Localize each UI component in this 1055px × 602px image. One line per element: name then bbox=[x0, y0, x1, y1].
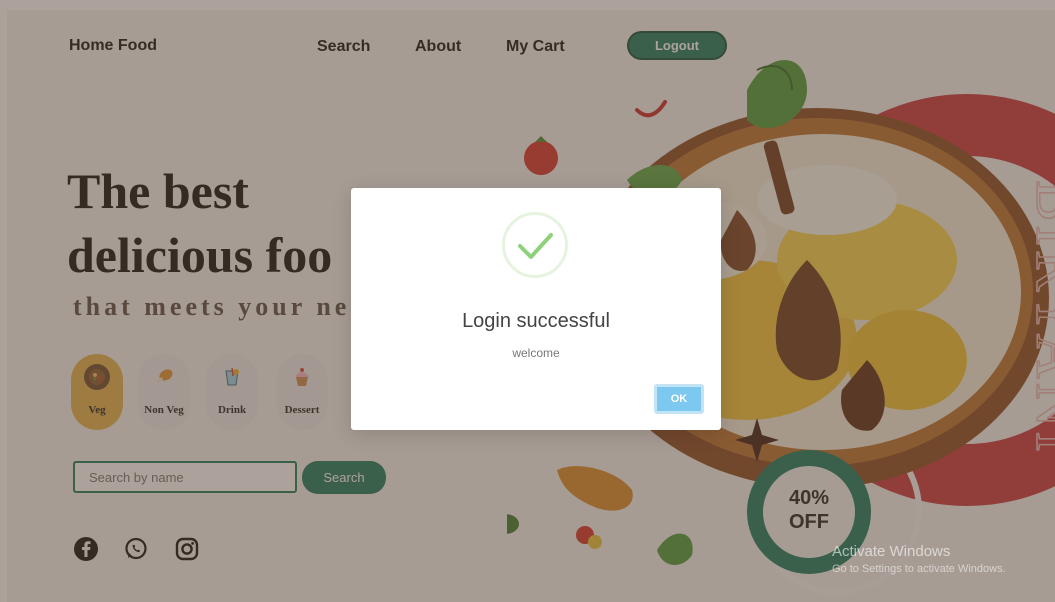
success-check-icon bbox=[502, 212, 568, 278]
login-success-dialog: Login successful welcome OK bbox=[351, 188, 721, 430]
activate-windows-subtitle: Go to Settings to activate Windows. bbox=[832, 563, 1006, 575]
dialog-title: Login successful bbox=[462, 310, 610, 332]
ok-button[interactable]: OK bbox=[654, 384, 704, 414]
dialog-message: welcome bbox=[512, 346, 560, 360]
activate-windows-title: Activate Windows bbox=[832, 543, 951, 560]
